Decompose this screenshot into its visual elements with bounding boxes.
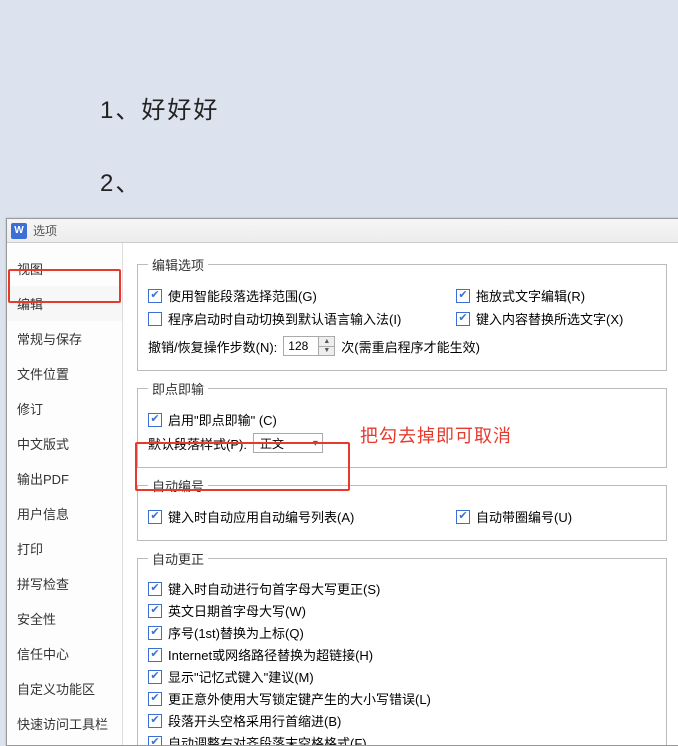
sidebar-item-output-pdf[interactable]: 输出PDF — [7, 461, 122, 496]
checkbox-autocorrect-3[interactable] — [148, 648, 162, 662]
label-undo-steps: 撤销/恢复操作步数(N): — [148, 337, 277, 356]
checkbox-smart-select[interactable] — [148, 289, 162, 303]
sidebar-item-security[interactable]: 安全性 — [7, 601, 122, 636]
sidebar: 视图 编辑 常规与保存 文件位置 修订 中文版式 输出PDF 用户信息 打印 拼… — [7, 243, 123, 745]
label-ime-switch: 程序启动时自动切换到默认语言输入法(I) — [168, 309, 401, 328]
content-panel: 编辑选项 使用智能段落选择范围(G) 程序启动时自动切换到默认语言输入法(I) — [123, 243, 678, 745]
label-overtype: 键入内容替换所选文字(X) — [476, 309, 623, 328]
doc-line-1: 1、好好好 — [100, 90, 678, 125]
options-dialog: W 选项 视图 编辑 常规与保存 文件位置 修订 中文版式 输出PDF 用户信息… — [6, 218, 678, 746]
label-autocorrect-2: 序号(1st)替换为上标(Q) — [168, 623, 304, 642]
label-autocorrect-5: 更正意外使用大写锁定键产生的大小写错误(L) — [168, 689, 431, 708]
sidebar-item-customize-ribbon[interactable]: 自定义功能区 — [7, 671, 122, 706]
sidebar-item-file-location[interactable]: 文件位置 — [7, 356, 122, 391]
label-autocorrect-4: 显示"记忆式键入"建议(M) — [168, 667, 314, 686]
label-autocorrect-1: 英文日期首字母大写(W) — [168, 601, 306, 620]
checkbox-autocorrect-5[interactable] — [148, 692, 162, 706]
dialog-title: 选项 — [33, 222, 57, 239]
label-undo-post: 次(需重启程序才能生效) — [341, 337, 480, 356]
label-autocorrect-3: Internet或网络路径替换为超链接(H) — [168, 645, 373, 664]
annotation-text: 把勾去掉即可取消 — [360, 422, 512, 448]
label-smart-select: 使用智能段落选择范围(G) — [168, 286, 317, 305]
app-icon: W — [11, 223, 27, 239]
group-auto-correct: 自动更正 键入时自动进行句首字母大写更正(S) 英文日期首字母大写(W) 序号(… — [137, 549, 667, 745]
label-autocorrect-7: 自动调整右对齐段落末空格格式(F) — [168, 733, 367, 745]
spin-down-icon[interactable]: ▼ — [319, 347, 334, 356]
doc-line-2: 2、 — [100, 163, 678, 198]
checkbox-autocorrect-6[interactable] — [148, 714, 162, 728]
label-drag-edit: 拖放式文字编辑(R) — [476, 286, 585, 305]
sidebar-item-chinese-layout[interactable]: 中文版式 — [7, 426, 122, 461]
checkbox-autocorrect-0[interactable] — [148, 582, 162, 596]
checkbox-autocorrect-1[interactable] — [148, 604, 162, 618]
select-default-style-value: 正文 — [260, 435, 284, 452]
select-default-style[interactable]: 正文 — [253, 433, 323, 453]
label-circled-number: 自动带圈编号(U) — [476, 507, 572, 526]
undo-steps-value: 128 — [288, 339, 308, 353]
legend-click-type: 即点即输 — [148, 379, 208, 398]
group-auto-number: 自动编号 键入时自动应用自动编号列表(A) 自动带圈编号(U) — [137, 476, 667, 541]
checkbox-autocorrect-4[interactable] — [148, 670, 162, 684]
spin-up-icon[interactable]: ▲ — [319, 337, 334, 347]
sidebar-item-print[interactable]: 打印 — [7, 531, 122, 566]
legend-edit-options: 编辑选项 — [148, 255, 208, 274]
input-undo-steps[interactable]: 128 ▲ ▼ — [283, 336, 335, 356]
title-bar: W 选项 — [7, 219, 678, 243]
label-default-style: 默认段落样式(P): — [148, 434, 247, 453]
label-autocorrect-6: 段落开头空格采用行首缩进(B) — [168, 711, 341, 730]
checkbox-ime-switch[interactable] — [148, 312, 162, 326]
sidebar-item-quick-access[interactable]: 快速访问工具栏 — [7, 706, 122, 741]
document-area: 1、好好好 2、 — [0, 0, 678, 220]
sidebar-item-spellcheck[interactable]: 拼写检查 — [7, 566, 122, 601]
sidebar-item-edit[interactable]: 编辑 — [7, 286, 122, 321]
checkbox-auto-number-list[interactable] — [148, 510, 162, 524]
checkbox-autocorrect-2[interactable] — [148, 626, 162, 640]
sidebar-item-general-save[interactable]: 常规与保存 — [7, 321, 122, 356]
label-autocorrect-0: 键入时自动进行句首字母大写更正(S) — [168, 579, 380, 598]
label-auto-number-list: 键入时自动应用自动编号列表(A) — [168, 507, 354, 526]
checkbox-drag-edit[interactable] — [456, 289, 470, 303]
label-enable-click-type: 启用"即点即输" (C) — [168, 410, 277, 429]
spinner: ▲ ▼ — [318, 337, 334, 355]
checkbox-circled-number[interactable] — [456, 510, 470, 524]
sidebar-item-view[interactable]: 视图 — [7, 251, 122, 286]
group-edit-options: 编辑选项 使用智能段落选择范围(G) 程序启动时自动切换到默认语言输入法(I) — [137, 255, 667, 371]
legend-auto-number: 自动编号 — [148, 476, 208, 495]
checkbox-overtype[interactable] — [456, 312, 470, 326]
sidebar-item-revision[interactable]: 修订 — [7, 391, 122, 426]
sidebar-item-user-info[interactable]: 用户信息 — [7, 496, 122, 531]
legend-auto-correct: 自动更正 — [148, 549, 208, 568]
checkbox-enable-click-type[interactable] — [148, 413, 162, 427]
sidebar-item-trust-center[interactable]: 信任中心 — [7, 636, 122, 671]
